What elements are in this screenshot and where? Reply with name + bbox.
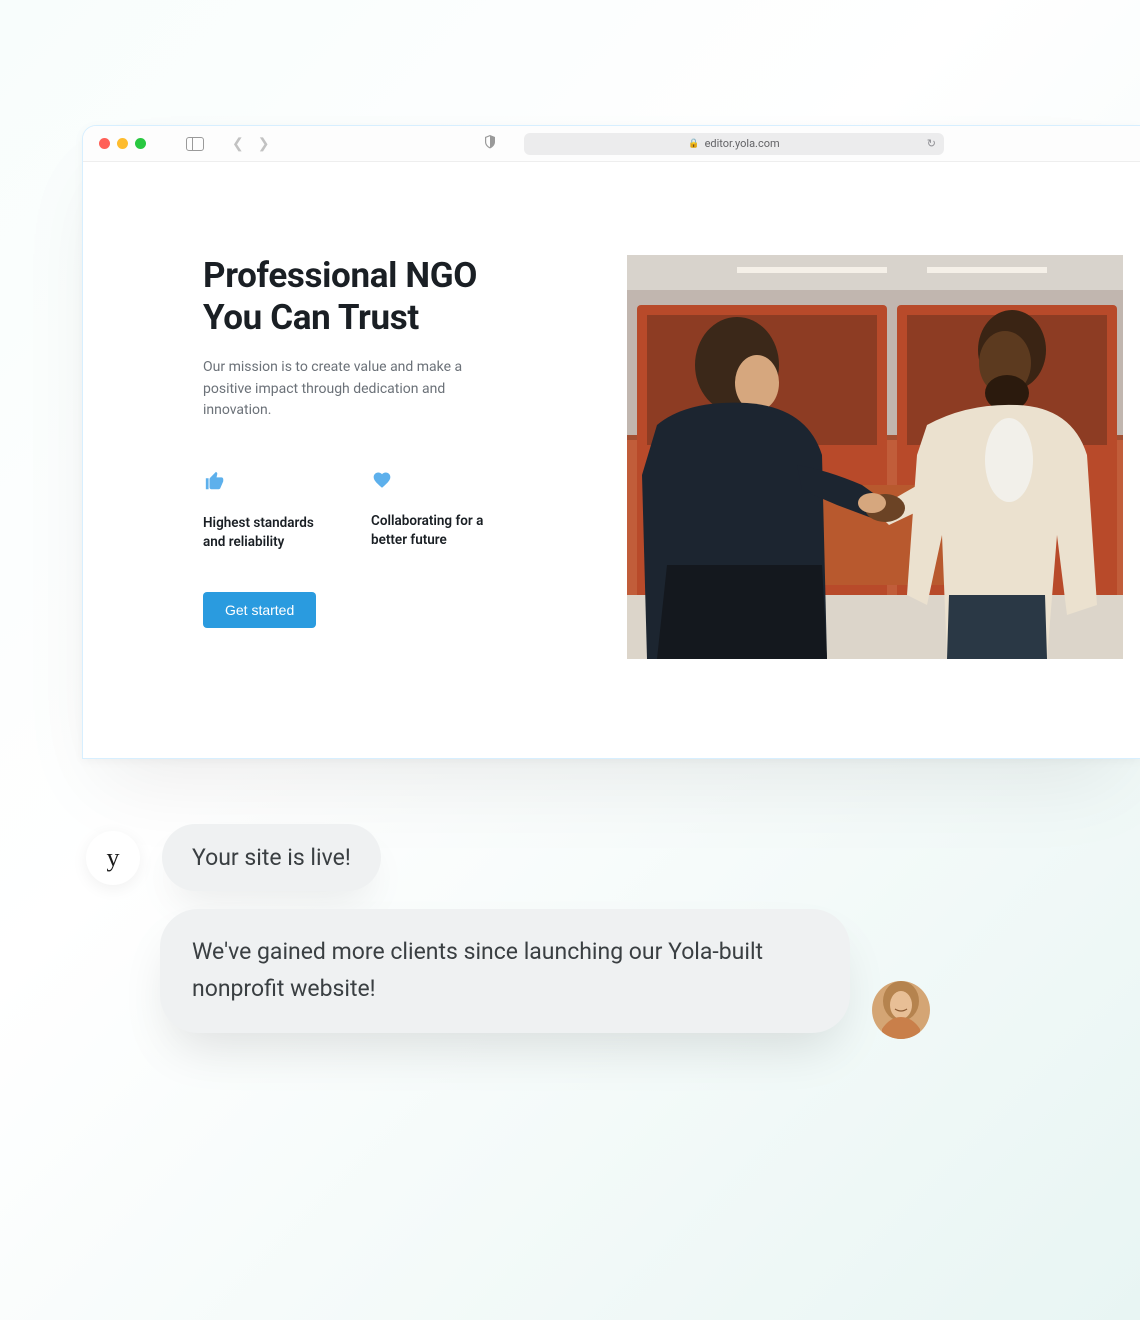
refresh-icon[interactable]: ↻ [927, 137, 936, 150]
hero-image [627, 255, 1123, 659]
browser-window: ❮ ❯ 🔒 editor.yola.com ↻ Professional NGO… [82, 125, 1140, 759]
feature-text: Highest standards and reliability [203, 514, 333, 552]
hero-subtitle: Our mission is to create value and make … [203, 357, 463, 422]
hero-title: Professional NGO You Can Trust [203, 255, 533, 339]
privacy-shield-icon[interactable] [484, 135, 496, 152]
heart-icon [371, 470, 501, 494]
thumbs-up-icon [203, 470, 333, 496]
sidebar-toggle-icon[interactable] [186, 137, 204, 151]
back-button[interactable]: ❮ [232, 136, 244, 152]
user-avatar [872, 981, 930, 1039]
url-text: editor.yola.com [705, 137, 780, 150]
lock-icon: 🔒 [688, 139, 699, 149]
get-started-button[interactable]: Get started [203, 592, 316, 628]
feature-standards: Highest standards and reliability [203, 470, 333, 552]
chat-message-2: We've gained more clients since launchin… [160, 909, 930, 1033]
hero-section: Professional NGO You Can Trust Our missi… [203, 255, 533, 659]
address-bar[interactable]: 🔒 editor.yola.com ↻ [524, 133, 944, 155]
yola-avatar: y [86, 831, 140, 885]
window-controls [99, 138, 146, 149]
minimize-window-button[interactable] [117, 138, 128, 149]
feature-collaboration: Collaborating for a better future [371, 470, 501, 552]
page-content: Professional NGO You Can Trust Our missi… [83, 162, 1140, 659]
maximize-window-button[interactable] [135, 138, 146, 149]
close-window-button[interactable] [99, 138, 110, 149]
chat-bubble: Your site is live! [162, 824, 381, 891]
browser-toolbar: ❮ ❯ 🔒 editor.yola.com ↻ [83, 126, 1140, 162]
feature-text: Collaborating for a better future [371, 512, 501, 550]
chat-bubble: We've gained more clients since launchin… [160, 909, 850, 1033]
features-row: Highest standards and reliability Collab… [203, 470, 533, 552]
forward-button[interactable]: ❯ [258, 136, 270, 152]
chat-message-1: y Your site is live! [86, 824, 381, 891]
